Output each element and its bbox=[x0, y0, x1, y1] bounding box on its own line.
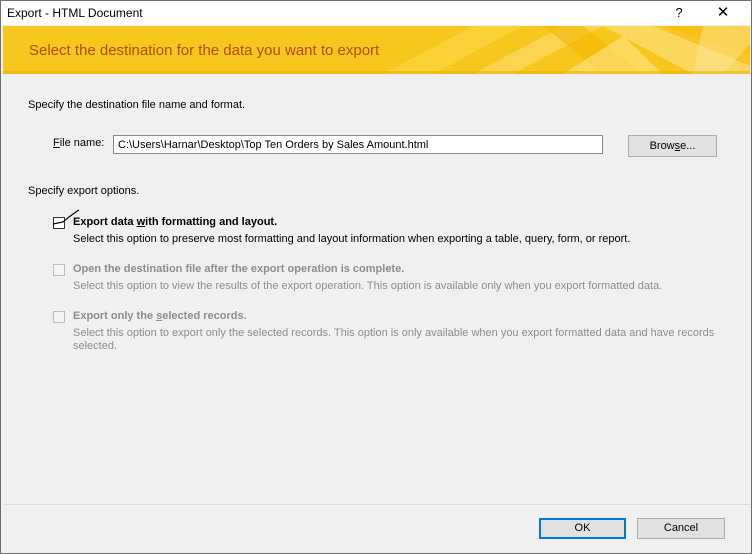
open-destination-description: Select this option to view the results o… bbox=[73, 280, 663, 292]
dialog-content: Specify the destination file name and fo… bbox=[3, 74, 750, 504]
opt3-title-post: elected records. bbox=[162, 310, 247, 322]
header-banner: Select the destination for the data you … bbox=[3, 26, 750, 74]
export-dialog: Export - HTML Document ? ✕ Select the de… bbox=[0, 0, 752, 554]
browse-label-post: e... bbox=[680, 140, 696, 152]
selected-records-label[interactable]: Export only the selected records. bbox=[73, 310, 247, 322]
file-name-label: File name: bbox=[53, 137, 104, 149]
selected-records-description: Select this option to export only the se… bbox=[73, 327, 715, 352]
file-label-mnemonic: F bbox=[53, 137, 60, 149]
export-formatting-description: Select this option to preserve most form… bbox=[73, 233, 631, 245]
browse-button[interactable]: Browse... bbox=[628, 135, 717, 157]
cancel-button[interactable]: Cancel bbox=[637, 518, 725, 539]
selected-records-checkbox[interactable] bbox=[53, 311, 65, 323]
title-bar: Export - HTML Document ? ✕ bbox=[1, 1, 751, 25]
dialog-footer: OK Cancel bbox=[3, 504, 750, 553]
browse-label-pre: Brow bbox=[649, 140, 675, 152]
opt1-title-post: ith formatting and layout. bbox=[145, 216, 278, 228]
banner-heading: Select the destination for the data you … bbox=[29, 42, 380, 59]
opt1-title-pre: Export data bbox=[73, 216, 137, 228]
open-destination-label[interactable]: Open the destination file after the expo… bbox=[73, 263, 404, 275]
file-label-rest: ile name: bbox=[59, 137, 105, 149]
destination-hint: Specify the destination file name and fo… bbox=[28, 99, 246, 111]
help-button[interactable]: ? bbox=[657, 1, 701, 25]
file-name-input[interactable] bbox=[113, 135, 603, 154]
window-title: Export - HTML Document bbox=[7, 6, 143, 20]
export-options-hint: Specify export options. bbox=[28, 185, 140, 197]
export-formatting-label[interactable]: Export data with formatting and layout. bbox=[73, 216, 277, 228]
close-button[interactable]: ✕ bbox=[701, 1, 745, 25]
opt1-title-mnemonic: w bbox=[136, 216, 146, 228]
ok-button[interactable]: OK bbox=[539, 518, 626, 539]
open-destination-checkbox[interactable] bbox=[53, 264, 65, 276]
opt2-title: Open the destination file after the expo… bbox=[73, 263, 405, 275]
opt3-title-pre: Export only the bbox=[73, 310, 157, 322]
